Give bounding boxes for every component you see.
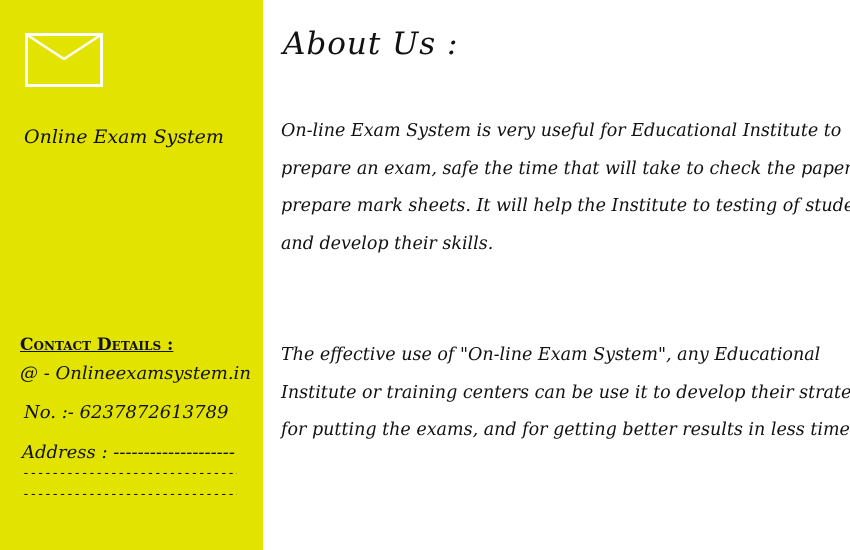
envelope-icon[interactable] <box>25 33 103 87</box>
contact-phone: No. :- 6237872613789 <box>24 402 229 423</box>
page-title: About Us : <box>283 26 459 62</box>
sidebar: Online Exam System Contact Details : @ -… <box>0 0 263 550</box>
contact-address: Address : -------------------- <box>22 442 235 463</box>
about-paragraph-1: On-line Exam System is very useful for E… <box>281 121 850 254</box>
contact-address-line-3: ------------------------------------ <box>22 487 237 502</box>
contact-email[interactable]: @ - Onlineexamsystem.in <box>20 363 251 384</box>
main-content: About Us : On-line Exam System is very u… <box>263 0 850 550</box>
contact-details-heading: Contact Details : <box>20 335 174 355</box>
site-name: Online Exam System <box>24 126 224 148</box>
about-paragraph-2: The effective use of "On-line Exam Syste… <box>281 345 850 440</box>
contact-address-line-2: ------------------------------------ <box>22 466 237 481</box>
